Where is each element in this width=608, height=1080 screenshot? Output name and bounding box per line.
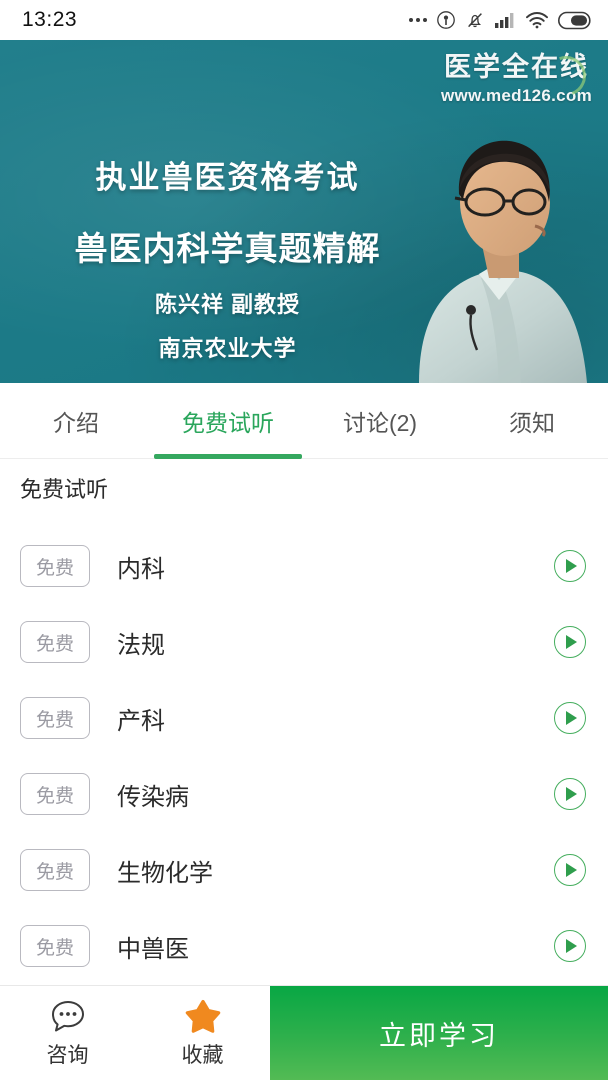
section-title: 免费试听	[20, 477, 109, 502]
status-bar: 13:23	[0, 0, 608, 40]
tab-notice[interactable]: 须知	[456, 383, 608, 459]
site-watermark: 医学全在线 www.med126.com	[441, 49, 593, 104]
consult-button[interactable]: 咨询	[0, 986, 135, 1080]
play-icon[interactable]	[554, 854, 586, 886]
tab-discussion[interactable]: 讨论(2)	[304, 383, 456, 459]
chat-bubble-icon	[51, 1000, 84, 1031]
lesson-title: 传染病	[117, 783, 189, 811]
free-badge: 免费	[20, 621, 90, 663]
banner-lecturer: 陈兴祥 副教授	[154, 292, 301, 317]
cast-icon	[437, 11, 455, 29]
course-detail-screen: 13:23 医学全在线 www.med126.com 执业兽医资格考试 兽医内科…	[0, 0, 608, 1080]
banner-title-line2: 兽医内科学真题精解	[74, 230, 381, 267]
tab-free-trial[interactable]: 免费试听	[152, 383, 304, 459]
signal-icon	[495, 13, 514, 28]
status-clock: 13:23	[22, 8, 78, 31]
wifi-icon	[526, 11, 548, 29]
favorite-button[interactable]: 收藏	[135, 986, 270, 1080]
play-icon[interactable]	[554, 702, 586, 734]
lesson-title: 中兽医	[117, 935, 189, 963]
list-item[interactable]: 免费 中兽医	[0, 908, 608, 984]
play-icon[interactable]	[554, 930, 586, 962]
list-item[interactable]: 免费 传染病	[0, 756, 608, 832]
status-icon-group	[409, 10, 592, 30]
more-dots-icon	[409, 18, 427, 22]
bottom-action-bar: 咨询 收藏 立即学习	[0, 985, 608, 1080]
favorite-label: 收藏	[181, 1043, 224, 1067]
banner-title-line1: 执业兽医资格考试	[95, 160, 360, 195]
lesson-title: 生物化学	[117, 859, 213, 887]
play-icon[interactable]	[554, 778, 586, 810]
free-badge: 免费	[20, 773, 90, 815]
list-item[interactable]: 免费 生物化学	[0, 832, 608, 908]
start-learning-button[interactable]: 立即学习	[270, 986, 608, 1080]
battery-icon	[558, 11, 591, 29]
free-badge: 免费	[20, 545, 90, 587]
tab-intro[interactable]: 介绍	[0, 383, 152, 459]
play-icon[interactable]	[554, 550, 586, 582]
free-badge: 免费	[20, 925, 90, 967]
lesson-title: 内科	[117, 555, 165, 583]
mute-bell-icon	[468, 13, 482, 28]
lesson-title: 产科	[117, 707, 165, 735]
banner-institution: 南京农业大学	[158, 336, 297, 361]
star-icon	[185, 999, 220, 1033]
play-icon[interactable]	[554, 626, 586, 658]
tab-bar: 介绍 免费试听 讨论(2) 须知	[0, 383, 608, 459]
list-item[interactable]: 免费 内科	[0, 528, 608, 604]
free-badge: 免费	[20, 849, 90, 891]
lesson-title: 法规	[117, 631, 165, 659]
free-badge: 免费	[20, 697, 90, 739]
course-video-banner[interactable]: 医学全在线 www.med126.com 执业兽医资格考试 兽医内科学真题精解 …	[0, 40, 608, 383]
list-item[interactable]: 免费 法规	[0, 604, 608, 680]
consult-label: 咨询	[46, 1043, 89, 1067]
list-item[interactable]: 免费 产科	[0, 680, 608, 756]
lesson-list: 免费 内科 免费 法规 免费 产科 免费 传染病 免费 生物化学 免费 中兽医	[0, 528, 608, 984]
